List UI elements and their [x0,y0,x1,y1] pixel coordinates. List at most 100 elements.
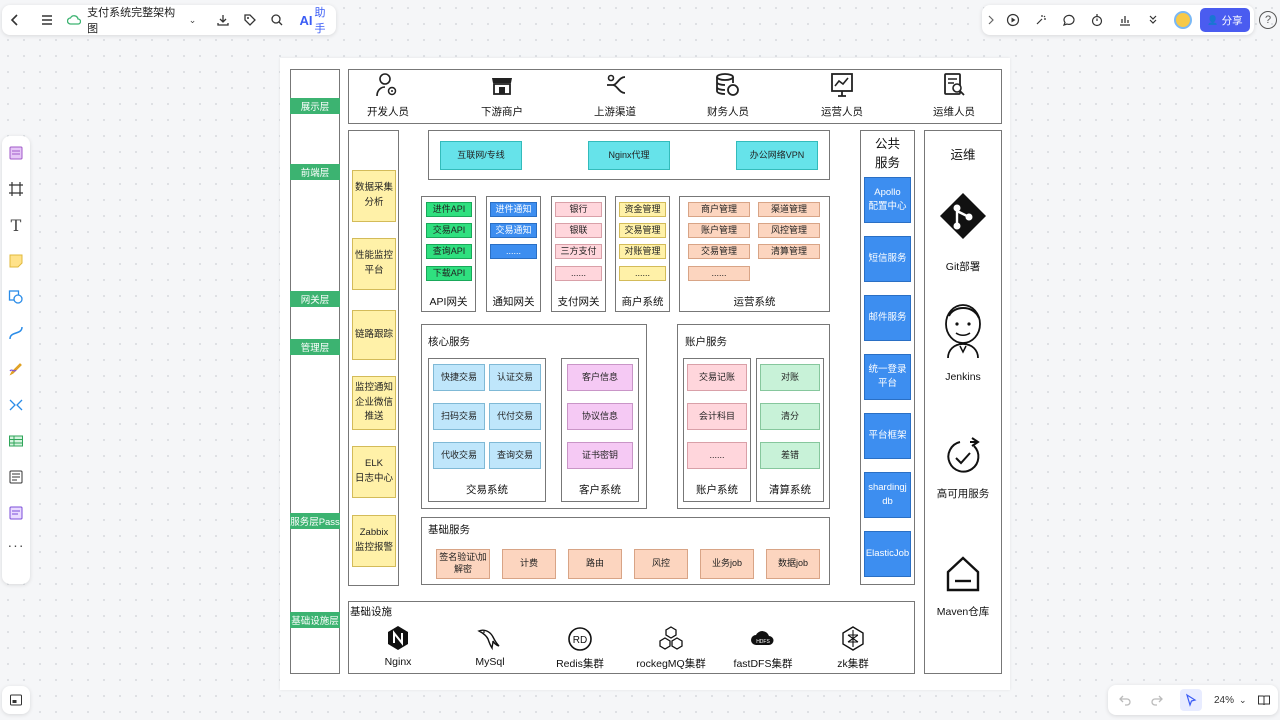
jenkins-icon [945,304,981,359]
share-label: 分享 [1221,14,1243,27]
top-left-toolbar: 支付系统完整架构图 ⌄ AI 助手 [2,5,336,35]
public-elasticjob: ElasticJob [864,531,911,577]
template-icon[interactable] [5,142,27,164]
monitor-chart-icon [831,73,853,97]
plugin-icon[interactable] [5,502,27,524]
ops-item-risk: 风控管理 [758,223,820,238]
mindmap-icon[interactable] [5,394,27,416]
frame-icon[interactable] [5,178,27,200]
pay-item-unionpay: 银联 [555,223,602,238]
frontend-nginx-proxy: Nginx代理 [588,141,670,170]
layer-tag-infrastructure: 基础设施层 [290,612,340,628]
ops-item-trade: 交易管理 [688,244,750,259]
account-item-subject: 会计科目 [687,403,747,430]
ai-label-suffix: 助手 [314,7,326,35]
public-shardingjdb: shardingj db [864,472,911,518]
download-icon[interactable] [212,9,234,31]
help-icon[interactable]: ? [1259,11,1277,29]
tag-icon[interactable] [239,9,261,31]
menu-icon[interactable] [36,9,58,31]
base-item-routing: 路由 [568,549,622,579]
trade-item-query: 查询交易 [489,442,541,469]
undo-icon[interactable] [1114,689,1136,711]
ai-assistant-button[interactable]: AI 助手 [299,4,336,36]
infra-redis-label: Redis集群 [556,658,604,670]
effects-icon[interactable] [1030,9,1052,31]
cloud-sync-icon [63,9,85,31]
back-icon[interactable] [4,9,26,31]
monitor-performance: 性能监控 平台 [352,238,396,290]
public-sms: 短信服务 [864,236,911,282]
trade-item-collect: 代收交易 [433,442,485,469]
customer-item-cert: 证书密钥 [567,442,633,469]
merchant-system-label: 商户系统 [621,296,664,308]
diagram-canvas: 展示层 前端层 网关层 管理层 服务层Pass 基础设施层 开发人员 下游商户 … [280,58,1010,690]
public-apollo: Apollo 配置中心 [864,177,911,223]
shape-icon[interactable] [5,286,27,308]
user-upstream-label: 上游渠道 [594,106,636,118]
redo-icon[interactable] [1146,689,1168,711]
document-title[interactable]: 支付系统完整架构图 [87,4,185,36]
connector-icon[interactable] [5,322,27,344]
chevron-down-icon[interactable]: ⌄ [189,15,197,26]
account-item-booking: 交易记账 [687,364,747,391]
base-item-biz-job: 业务job [700,549,754,579]
more-tools-icon[interactable]: ··· [5,534,27,556]
chart-icon[interactable] [1114,9,1136,31]
zoom-level[interactable]: 24% [1214,695,1234,706]
trade-item-quick: 快捷交易 [433,364,485,391]
merchant-item-funds: 资金管理 [619,202,666,217]
fastdfs-icon: HDFS [751,631,774,645]
git-icon [940,193,986,239]
account-service-title: 账户服务 [685,336,727,348]
user-merchant-label: 下游商户 [481,106,523,118]
chevron-right-icon[interactable] [984,9,998,31]
table-icon[interactable] [5,430,27,452]
api-item-trade: 交易API [426,223,472,238]
cursor-select-icon[interactable] [1180,689,1202,711]
bottom-right-toolbar: 24% ⌄ [1108,685,1278,715]
trade-item-payout: 代付交易 [489,403,541,430]
play-icon[interactable] [1002,9,1024,31]
pen-icon[interactable] [5,358,27,380]
user-developer-label: 开发人员 [367,106,409,118]
zoom-chevron-icon[interactable]: ⌄ [1239,695,1247,706]
user-plus-icon: 👤 [1207,14,1219,25]
base-item-billing: 计费 [502,549,556,579]
api-gateway-label: API网关 [429,296,468,308]
api-item-onboard: 进件API [426,202,472,217]
minimap-toggle[interactable] [2,686,30,714]
user-operations-label: 运营人员 [821,106,863,118]
ops-item-account: 账户管理 [688,223,750,238]
infra-fastdfs-label: fastDFS集群 [733,658,793,670]
notify-item-trade: 交易通知 [490,223,537,238]
share-button[interactable]: 👤 分享 [1200,8,1250,32]
ops-item-more: ...... [688,266,750,281]
double-chevron-down-icon[interactable] [1142,9,1164,31]
avatar[interactable] [1174,11,1192,29]
search-icon[interactable] [266,9,288,31]
book-icon[interactable] [1253,689,1275,711]
left-tool-palette: T ··· [2,136,30,584]
infra-mysql-label: MySql [475,656,505,668]
svg-text:HDFS: HDFS [756,639,770,645]
sticky-note-icon[interactable] [5,250,27,272]
base-service-title: 基础服务 [428,524,470,536]
public-service-title: 公共 服务 [874,137,900,170]
ops-title: 运维 [950,148,976,162]
layer-tag-management: 管理层 [290,339,340,355]
customer-system-label: 客户系统 [579,484,621,496]
layer-tag-display: 展示层 [290,98,340,114]
infra-rocketmq-label: rockegMQ集群 [636,658,706,670]
clearing-item-recon: 对账 [760,364,820,391]
rocketmq-icon [659,626,683,650]
comment-icon[interactable] [1058,9,1080,31]
monitor-elk: ELK 日志中心 [352,446,396,498]
timer-icon[interactable] [1086,9,1108,31]
monitor-data-collection: 数据采集 分析 [352,170,396,222]
customer-item-agreement: 协议信息 [567,403,633,430]
document-icon[interactable] [5,466,27,488]
text-icon[interactable]: T [5,214,27,236]
frontend-internet: 互联网/专线 [440,141,522,170]
base-item-data-job: 数据job [766,549,820,579]
